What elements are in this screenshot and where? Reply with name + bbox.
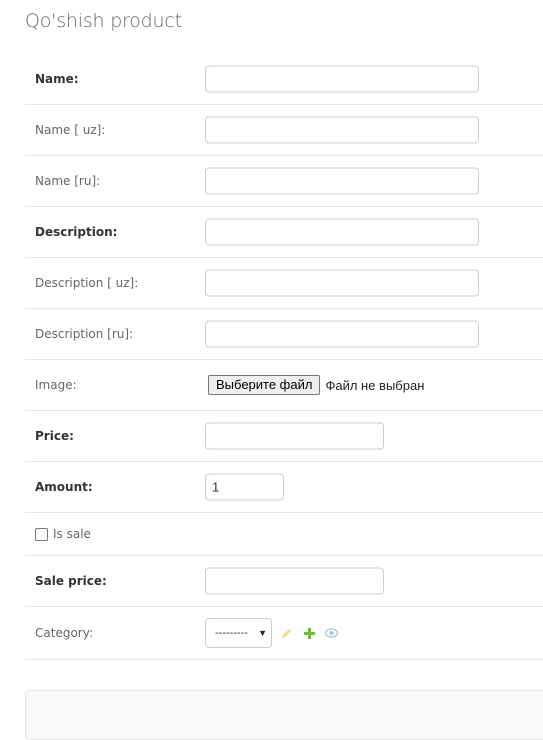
chevron-down-icon: ▼ xyxy=(258,628,267,638)
form-row-name-ru: Name [ru]: xyxy=(25,156,543,207)
choose-file-button[interactable]: Выберите файл xyxy=(208,375,321,395)
form-row-description-uz: Description [ uz]: xyxy=(25,258,543,309)
description-input[interactable] xyxy=(205,218,479,246)
form-row-price: Price: xyxy=(25,411,543,462)
is-sale-checkbox[interactable] xyxy=(35,527,48,541)
page-title: Qo'shish product xyxy=(25,10,182,32)
category-selected-value: --------- xyxy=(215,627,248,639)
form-row-amount: Amount: xyxy=(25,462,543,513)
sale-price-input[interactable] xyxy=(205,567,384,595)
amount-label: Amount: xyxy=(35,480,93,494)
admin-page: Qo'shish product Name: Name [ uz]: Name … xyxy=(0,0,543,740)
form-row-image: Image: Выберите файл Файл не выбран xyxy=(25,360,543,411)
name-ru-label: Name [ru]: xyxy=(35,174,101,188)
image-label: Image: xyxy=(35,378,77,392)
name-uz-input[interactable] xyxy=(205,116,479,144)
name-uz-label: Name [ uz]: xyxy=(35,123,106,137)
price-input[interactable] xyxy=(205,422,384,450)
form-row-name: Name: xyxy=(25,54,543,105)
product-form: Name: Name [ uz]: Name [ru]: Description… xyxy=(25,54,543,660)
is-sale-label: Is sale xyxy=(53,527,91,541)
name-input[interactable] xyxy=(205,65,479,93)
form-row-sale-price: Sale price: xyxy=(25,556,543,607)
form-row-description: Description: xyxy=(25,207,543,258)
file-status-text: Файл не выбран xyxy=(325,377,425,393)
amount-input[interactable] xyxy=(205,473,284,501)
description-ru-input[interactable] xyxy=(205,320,479,348)
submit-row xyxy=(25,690,543,740)
form-row-is-sale: Is sale xyxy=(25,513,543,556)
category-label: Category: xyxy=(35,626,93,640)
price-label: Price: xyxy=(35,429,74,443)
category-select[interactable]: --------- ▼ xyxy=(205,618,272,648)
form-row-name-uz: Name [ uz]: xyxy=(25,105,543,156)
form-row-category: Category: --------- ▼ xyxy=(25,607,543,660)
image-file-input: Выберите файл Файл не выбран xyxy=(208,375,424,395)
description-uz-label: Description [ uz]: xyxy=(35,276,139,290)
description-uz-input[interactable] xyxy=(205,269,479,297)
description-ru-label: Description [ru]: xyxy=(35,327,134,341)
description-label: Description: xyxy=(35,225,118,239)
name-label: Name: xyxy=(35,72,79,86)
name-ru-input[interactable] xyxy=(205,167,479,195)
pencil-icon[interactable] xyxy=(280,626,294,640)
sale-price-label: Sale price: xyxy=(35,574,107,588)
plus-icon[interactable] xyxy=(302,626,316,640)
form-row-description-ru: Description [ru]: xyxy=(25,309,543,360)
eye-icon[interactable] xyxy=(324,626,338,640)
